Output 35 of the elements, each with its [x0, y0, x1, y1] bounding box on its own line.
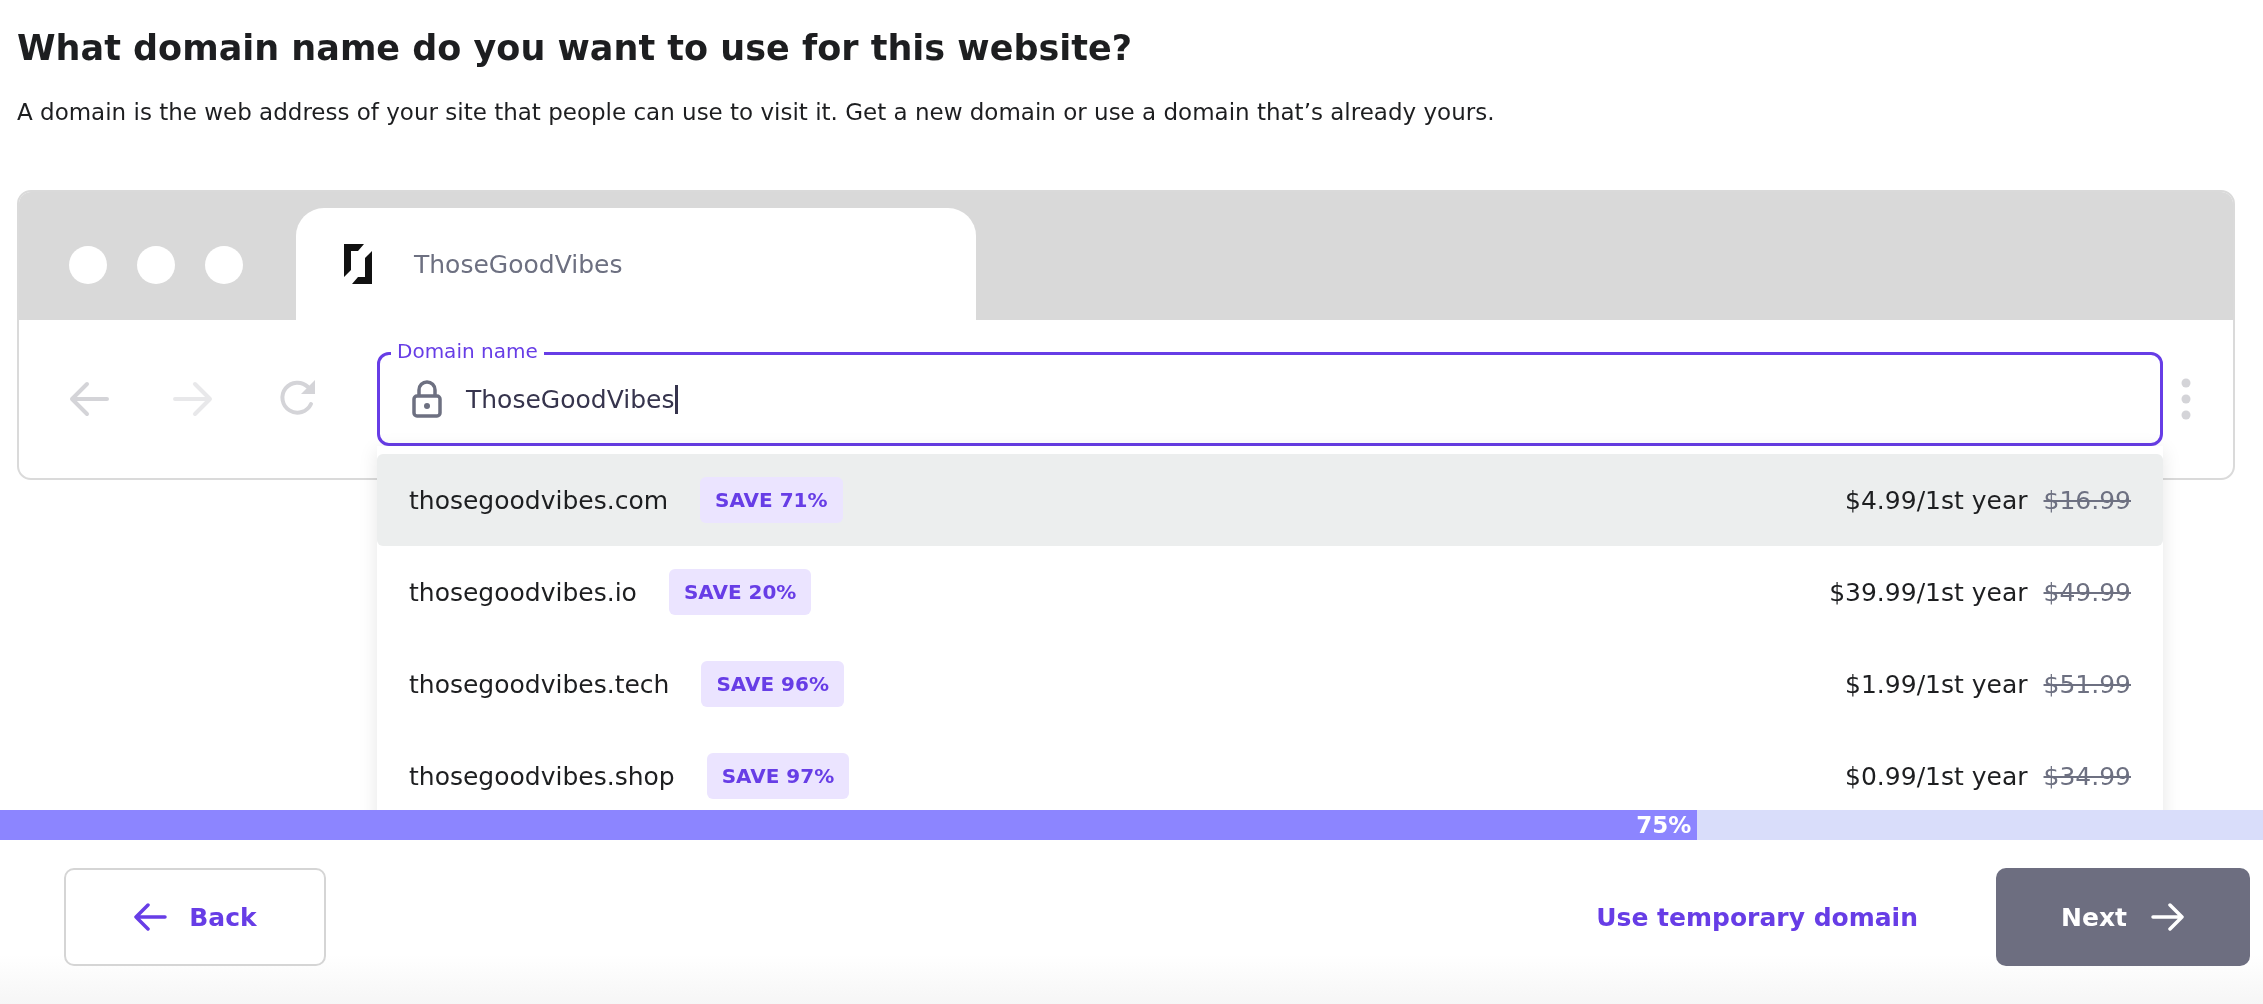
window-dot	[137, 246, 175, 284]
domain-suggestion[interactable]: thosegoodvibes.io SAVE 20% $39.99/1st year $49.99	[377, 546, 2163, 638]
domain-name: thosegoodvibes.io	[409, 577, 637, 607]
domain-suggestion[interactable]: thosegoodvibes.tech SAVE 96% $1.99/1st year $51.99	[377, 638, 2163, 730]
lock-icon	[412, 380, 442, 418]
price-text: $39.99/1st year	[1829, 577, 2028, 607]
original-price: $16.99	[2043, 485, 2131, 515]
domain-suggestion[interactable]: thosegoodvibes.shop SAVE 97% $0.99/1st year $34.99	[377, 730, 2163, 810]
discount-badge: SAVE 97%	[706, 753, 850, 799]
original-price: $49.99	[2043, 577, 2131, 607]
domain-name: thosegoodvibes.com	[409, 485, 669, 515]
progress-label: 75%	[1636, 812, 1693, 838]
temporary-domain-link[interactable]: Use temporary domain	[1596, 902, 1918, 932]
price-text: $1.99/1st year	[1845, 669, 2028, 699]
left-arrow-icon	[133, 903, 168, 931]
discount-badge: SAVE 20%	[668, 569, 812, 615]
discount-badge: SAVE 96%	[701, 661, 844, 707]
next-button[interactable]: Next	[1996, 868, 2250, 966]
original-price: $51.99	[2043, 669, 2131, 699]
tab-title: ThoseGoodVibes	[414, 249, 623, 279]
more-options-icon[interactable]	[2181, 378, 2191, 420]
back-button[interactable]: Back	[64, 868, 326, 966]
domain-suggestion[interactable]: thosegoodvibes.com SAVE 71% $4.99/1st year $16.99	[377, 454, 2163, 546]
window-dot	[69, 246, 107, 284]
domain-name: thosegoodvibes.shop	[409, 761, 675, 791]
page-heading: What domain name do you want to use for this website?	[17, 27, 1134, 70]
original-price: $34.99	[2043, 761, 2131, 791]
back-arrow-icon	[69, 381, 109, 417]
window-dot	[205, 246, 243, 284]
price-text: $4.99/1st year	[1845, 485, 2028, 515]
right-arrow-icon	[2151, 903, 2185, 931]
price-text: $0.99/1st year	[1845, 761, 2028, 791]
discount-badge: SAVE 71%	[700, 477, 843, 523]
description-text: A domain is the web address of your site that people can use to visit it. Get a new domain or use a domain that’s already yours.	[17, 98, 1496, 127]
domain-name: thosegoodvibes.tech	[409, 669, 670, 699]
